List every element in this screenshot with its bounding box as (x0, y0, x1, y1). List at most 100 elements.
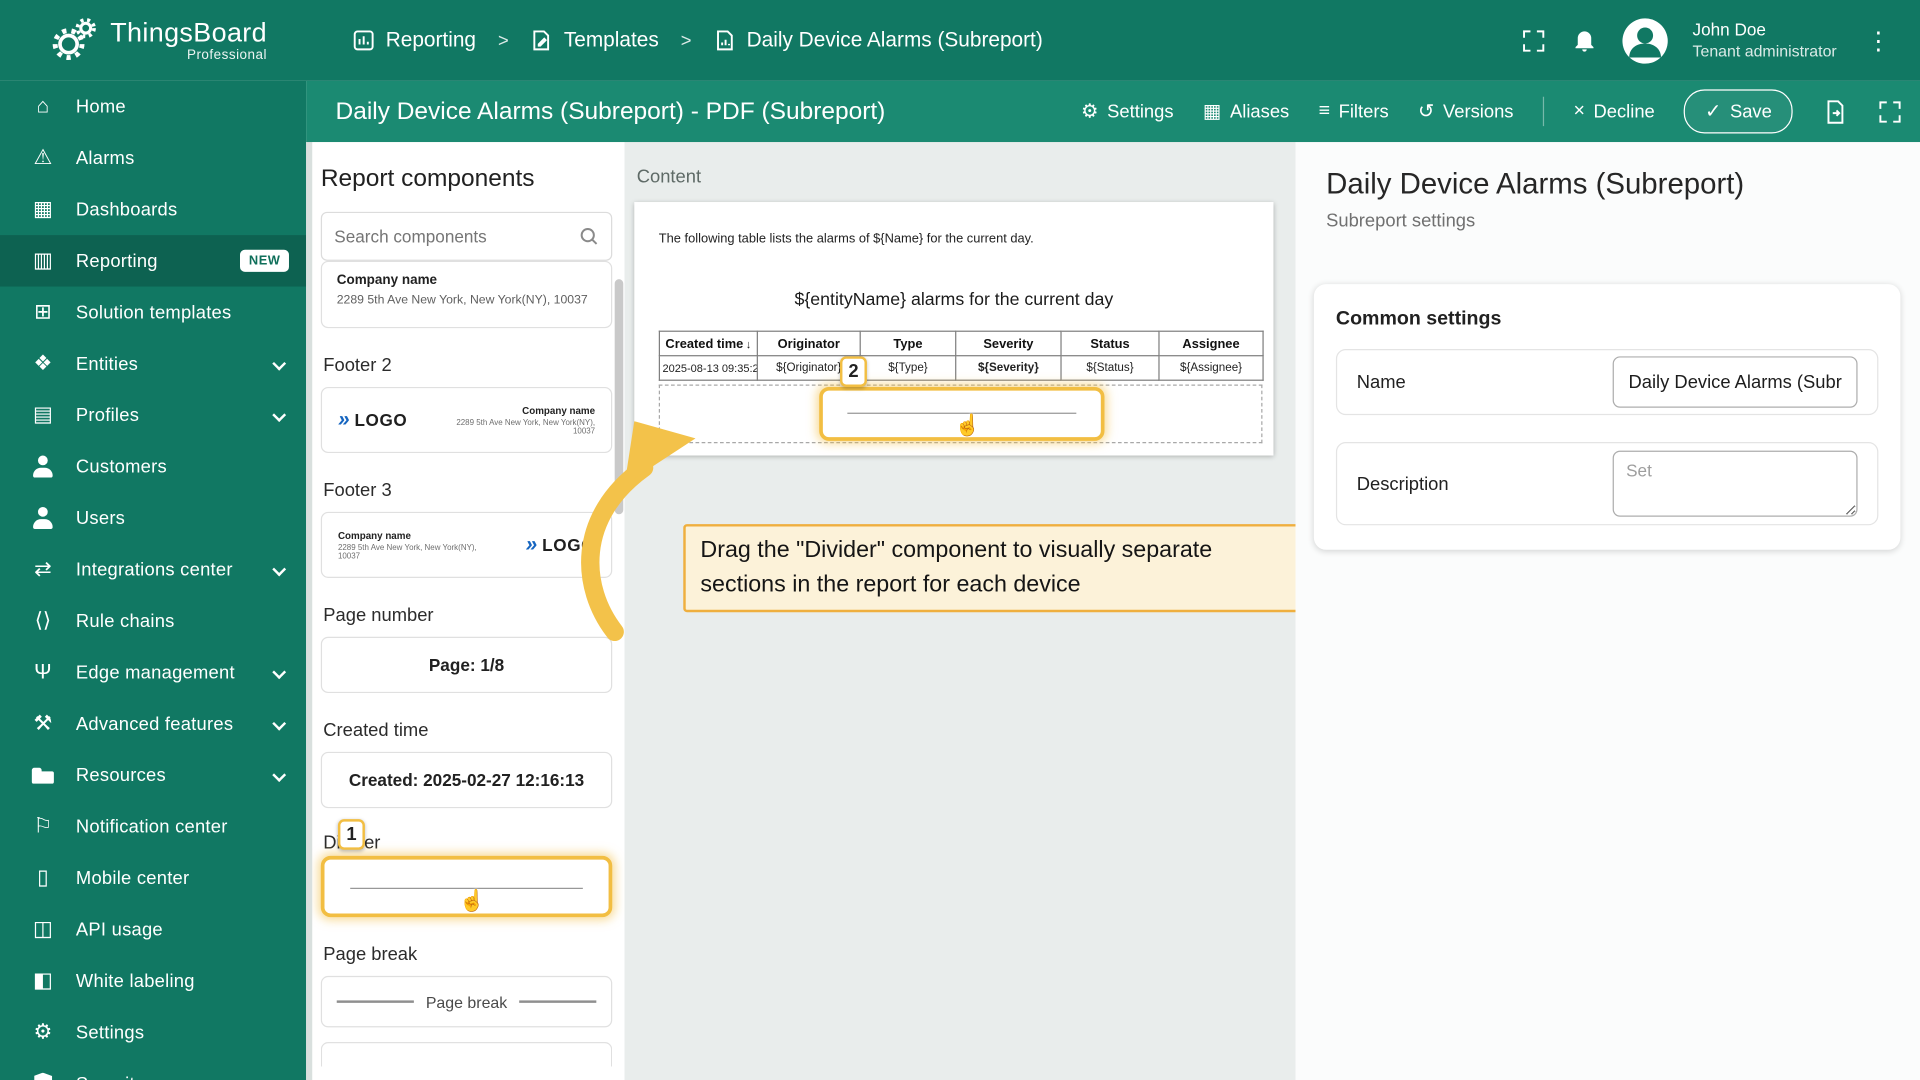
component-footer3[interactable]: Company name 2289 5th Ave New York, New … (320, 511, 613, 578)
sidebar-item-integrations-center[interactable]: ⇄ Integrations center (0, 544, 306, 595)
versions-button-label: Versions (1443, 101, 1514, 122)
footer-company-name: Company name (337, 529, 411, 541)
description-input[interactable] (1612, 450, 1858, 517)
component-divider[interactable]: ☝ (320, 855, 613, 918)
breadcrumb-item-templates[interactable]: Templates (531, 28, 659, 52)
component-page-break[interactable]: Page break (320, 975, 613, 1028)
sidebar-item-home[interactable]: ⌂ Home (0, 81, 306, 132)
reporting-icon: ▥ (33, 248, 53, 272)
sidebar-item-solution-templates[interactable]: ⊞ Solution templates (0, 287, 306, 338)
sidebar-item-dashboards[interactable]: ▦ Dashboards (0, 184, 306, 235)
column-header-label: Created time (665, 336, 744, 351)
sidebar-item-notification-center[interactable]: ⚐ Notification center (0, 801, 306, 852)
fullscreen-button[interactable] (1521, 28, 1547, 54)
sidebar-item-advanced-features[interactable]: ⚒ Advanced features (0, 698, 306, 749)
aliases-button[interactable]: ▦ Aliases (1203, 99, 1289, 123)
topbar-right: John Doe Tenant administrator ⋮ (1521, 17, 1920, 64)
aliases-icon: ▦ (1202, 101, 1222, 123)
common-settings-title: Common settings (1335, 308, 1502, 330)
settings-button[interactable]: ⚙ Settings (1081, 99, 1174, 123)
sidebar-item-edge-management[interactable]: Ψ Edge management (0, 647, 306, 698)
name-input[interactable] (1612, 356, 1858, 408)
component-footer2[interactable]: » LOGO Company name 2289 5th Ave New Yor… (320, 386, 613, 454)
sidebar-item-mobile-center[interactable]: ▯ Mobile center (0, 852, 306, 903)
top-bar: ThingsBoard Professional Reporting > Tem… (0, 0, 1920, 81)
components-scrollbar-thumb[interactable] (614, 279, 624, 515)
solution-templates-icon: ⊞ (34, 300, 52, 324)
sidebar-item-label: Advanced features (75, 713, 234, 735)
filter-icon: ≡ (1318, 100, 1331, 122)
export-pdf-button[interactable] (1822, 99, 1848, 125)
component-created-time[interactable]: Created: 2025-02-27 12:16:13 (320, 751, 613, 809)
more-menu-button[interactable]: ⋮ (1861, 25, 1895, 56)
save-button-label: Save (1729, 101, 1772, 122)
created-time-text: Created: 2025-02-27 12:16:13 (348, 770, 585, 790)
chevron-down-icon (272, 356, 287, 371)
close-icon: × (1573, 100, 1585, 122)
sidebar-item-label: Solution templates (75, 301, 232, 323)
expand-editor-button[interactable] (1877, 99, 1903, 125)
reporting-icon (353, 30, 374, 51)
security-icon (33, 1072, 53, 1080)
component-company-name[interactable]: Company name 2289 5th Ave New York, New … (320, 260, 613, 329)
component-page-number[interactable]: Page: 1/8 (320, 636, 613, 694)
avatar[interactable] (1622, 17, 1669, 64)
resources-icon (27, 763, 59, 787)
footer-company-address: 2289 5th Ave New York, New York(NY), 100… (337, 543, 477, 561)
sidebar-item-label: Settings (75, 1021, 145, 1043)
sidebar-item-customers[interactable]: Customers (0, 441, 306, 492)
sidebar-item-label: Dashboards (75, 198, 178, 220)
sidebar-item-rule-chains[interactable]: ⟨⟩ Rule chains (0, 595, 306, 646)
sidebar-item-users[interactable]: Users (0, 492, 306, 543)
notifications-button[interactable] (1571, 27, 1598, 54)
divider-drop-zone[interactable]: ☝ (658, 384, 1263, 444)
search-components-input[interactable] (334, 226, 580, 247)
white-labeling-icon: ◧ (33, 968, 53, 992)
column-header-created-time[interactable]: Created time ↓ (658, 330, 758, 357)
report-preview-page: The following table lists the alarms of … (634, 202, 1274, 456)
bell-icon (1575, 31, 1594, 52)
sidebar-item-alarms[interactable]: ⚠ Alarms (0, 132, 306, 183)
decline-button[interactable]: × Decline (1573, 100, 1654, 122)
sidebar-item-reporting[interactable]: ▥ Reporting NEW (0, 235, 307, 287)
instruction-callout: Drag the "Divider" component to visually… (683, 524, 1313, 613)
breadcrumb-item-reporting[interactable]: Reporting (353, 28, 476, 52)
sidebar-item-label: Edge management (75, 661, 235, 683)
sidebar-item-resources[interactable]: Resources (0, 749, 306, 800)
sidebar-item-security[interactable]: Security (0, 1058, 306, 1080)
sidebar-item-label: Home (75, 96, 126, 117)
column-header-originator: Originator (756, 330, 861, 357)
sidebar-item-profiles[interactable]: ▤ Profiles (0, 389, 306, 440)
sidebar-scrollbar[interactable] (306, 80, 313, 1080)
details-subtitle: Subreport settings (1326, 210, 1476, 232)
dragged-divider-component[interactable]: ☝ (819, 386, 1105, 441)
sidebar-item-white-labeling[interactable]: ◧ White labeling (0, 955, 306, 1006)
sidebar-item-label: Reporting (75, 250, 158, 272)
sidebar-item-api-usage[interactable]: ◫ API usage (0, 904, 306, 955)
sidebar-item-label: Integrations center (75, 558, 233, 580)
footer-logo: » LOGO (526, 533, 595, 557)
sort-desc-icon: ↓ (745, 337, 752, 350)
alarms-icon: ⚠ (33, 145, 53, 169)
step-badge-2: 2 (840, 356, 867, 387)
column-header-status: Status (1060, 330, 1160, 357)
content-pane: Content The following table lists the al… (624, 142, 1313, 1080)
notification-center-icon: ⚐ (33, 814, 53, 838)
sidebar-item-label: Users (75, 507, 126, 529)
integrations-center-icon: ⇄ (34, 557, 52, 581)
search-icon (580, 227, 598, 245)
component-label-created-time: Created time (323, 720, 429, 741)
component-partial-card[interactable] (320, 1042, 613, 1067)
sidebar-item-settings[interactable]: ⚙ Settings (0, 1007, 306, 1058)
sidebar-item-entities[interactable]: ❖ Entities (0, 338, 306, 389)
sidebar-item-label: Notification center (75, 816, 228, 837)
thingsboard-logo[interactable]: ThingsBoard Professional (0, 16, 306, 65)
chevron-down-icon (272, 408, 287, 423)
save-button[interactable]: ✓ Save (1684, 89, 1793, 134)
check-icon: ✓ (1704, 101, 1722, 123)
table-header-row: Created time ↓ Originator Type Severity S… (658, 330, 1264, 357)
versions-button[interactable]: ↺ Versions (1418, 99, 1513, 123)
cell-severity: ${Severity} (955, 355, 1062, 381)
filters-button[interactable]: ≡ Filters (1319, 100, 1389, 122)
chevron-down-icon (272, 768, 287, 783)
